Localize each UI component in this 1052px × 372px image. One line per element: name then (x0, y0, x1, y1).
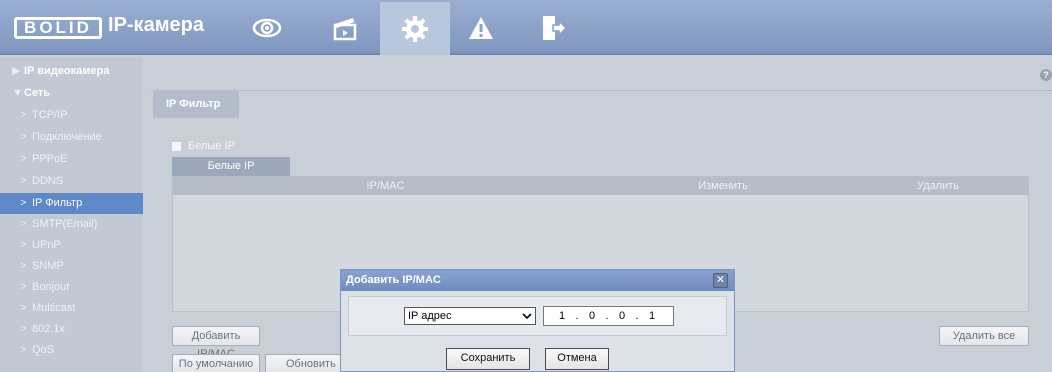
tab-bar (151, 90, 1052, 91)
whitelist-checkbox-row[interactable]: Белые IP (172, 139, 235, 153)
ip-octet-4[interactable]: 1 (642, 307, 662, 325)
sidebar-item-label: UPnP (32, 239, 61, 251)
sidebar-item-label: QoS (32, 344, 55, 356)
chevron-right-icon: > (20, 281, 27, 293)
dialog-body: IP адрес 1 . 0 . 0 . 1 (348, 296, 727, 336)
sidebar-item-label: IP Фильтр (32, 197, 83, 209)
ip-octet-2[interactable]: 0 (582, 307, 602, 325)
sidebar-item-pppoe[interactable]: > PPPoE (0, 149, 143, 170)
sidebar-item-snmp[interactable]: > SNMP (0, 256, 143, 277)
ip-dot: . (635, 310, 639, 322)
caret-right-icon: ▶ (12, 65, 21, 77)
address-type-select[interactable]: IP адрес (404, 307, 536, 325)
sidebar-item-label: Сеть (24, 87, 51, 99)
sidebar-item-ddns[interactable]: > DDNS (0, 171, 143, 192)
sidebar-item-qos[interactable]: > QoS (0, 340, 143, 361)
ip-octet-1[interactable]: 1 (552, 307, 572, 325)
sidebar-item-ip-видеокамера[interactable]: ▶ IP видеокамера (0, 61, 143, 82)
sidebar-item-802-1x[interactable]: >802.1x (0, 319, 143, 340)
chevron-right-icon: > (20, 344, 27, 356)
ip-address-field[interactable]: 1 . 0 . 0 . 1 (543, 306, 674, 326)
sidebar-item-smtp-email[interactable]: > SMTP(Email) (0, 214, 143, 235)
nav-live-view[interactable] (242, 8, 292, 48)
sidebar-item-label: DDNS (32, 175, 64, 187)
sidebar-item-подключение[interactable]: > Подключение (0, 127, 143, 148)
cancel-button[interactable]: Отмена (545, 348, 609, 370)
sidebar-item-bonjour[interactable]: > Bonjour (0, 277, 143, 298)
nav-settings[interactable] (380, 2, 450, 55)
chevron-right-icon: > (20, 239, 27, 251)
sidebar-item-upnp[interactable]: > UPnP (0, 235, 143, 256)
whitelist-checkbox[interactable] (172, 141, 181, 151)
help-icon[interactable]: ? (1040, 69, 1052, 81)
chevron-down-icon (522, 308, 532, 330)
sidebar-item-label: Bonjour (32, 281, 70, 293)
whitelist-checkbox-label: Белые IP (188, 140, 235, 152)
subtab-whitelist[interactable]: Белые IP (172, 157, 290, 176)
clapperboard-icon (333, 18, 357, 41)
sidebar-item-ip-фильтр[interactable]: > IP Фильтр (0, 193, 143, 214)
ip-dot: . (605, 310, 609, 322)
col-ip-mac: IP/MAC (366, 180, 405, 192)
sidebar-item-label: 802.1x (32, 323, 66, 335)
sidebar-item-label: SMTP(Email) (32, 218, 98, 230)
logout-icon (543, 16, 567, 40)
dialog-title: Добавить IP/MAC (341, 270, 734, 291)
sidebar-item-label: IP видеокамера (24, 65, 110, 77)
col-edit: Изменить (698, 180, 748, 192)
chevron-right-icon: > (20, 323, 27, 335)
top-header: BOLID IP-камера (0, 0, 1052, 55)
sidebar-item-label: SNMP (32, 260, 64, 272)
sidebar-item-сеть[interactable]: ▼Сеть (0, 83, 143, 104)
sidebar-item-label: Multicast (32, 302, 76, 314)
chevron-right-icon: > (20, 197, 27, 209)
refresh-button[interactable]: Обновить (265, 354, 345, 372)
nav-alarm[interactable] (456, 8, 506, 48)
nav-playback[interactable] (320, 8, 370, 48)
close-icon[interactable]: ✕ (713, 273, 728, 288)
warning-icon (469, 17, 493, 39)
add-ip-mac-button[interactable]: Добавить IP/MAC (172, 326, 260, 360)
product-title: IP-камера (108, 14, 204, 36)
nav-logout[interactable] (528, 8, 578, 48)
ip-octet-3[interactable]: 0 (612, 307, 632, 325)
save-button[interactable]: Сохранить (446, 348, 530, 370)
chevron-right-icon: > (20, 218, 27, 230)
sidebar-item-label: Подключение (32, 131, 102, 143)
logo-text: BOLID (24, 18, 92, 37)
chevron-right-icon: > (20, 109, 27, 121)
chevron-right-icon: > (20, 260, 27, 272)
address-type-value: IP адрес (408, 310, 452, 322)
table-header: IP/MAC Изменить Удалить (173, 177, 1028, 195)
bolid-logo: BOLID (14, 17, 102, 39)
chevron-right-icon: > (20, 153, 27, 165)
col-delete: Удалить (917, 180, 959, 192)
sidebar-item-multicast[interactable]: > Multicast (0, 298, 143, 319)
sidebar-item-label: PPPoE (32, 153, 68, 165)
ip-dot: . (575, 310, 579, 322)
sidebar-item-tcp-ip[interactable]: > TCP/IP (0, 105, 143, 126)
chevron-right-icon: > (20, 302, 27, 314)
add-ip-mac-dialog: Добавить IP/MAC ✕ IP адрес 1 . 0 . 0 . 1… (340, 269, 735, 372)
gear-icon (402, 15, 428, 42)
chevron-right-icon: > (20, 131, 27, 143)
tab-ip-filter[interactable]: IP Фильтр (153, 90, 239, 118)
sidebar-item-label: TCP/IP (32, 109, 68, 121)
default-button[interactable]: По умолчанию (172, 354, 260, 372)
chevron-right-icon: > (20, 175, 27, 187)
delete-all-button[interactable]: Удалить все (939, 326, 1029, 346)
caret-down-icon: ▼ (12, 87, 23, 99)
eye-icon (252, 18, 282, 38)
